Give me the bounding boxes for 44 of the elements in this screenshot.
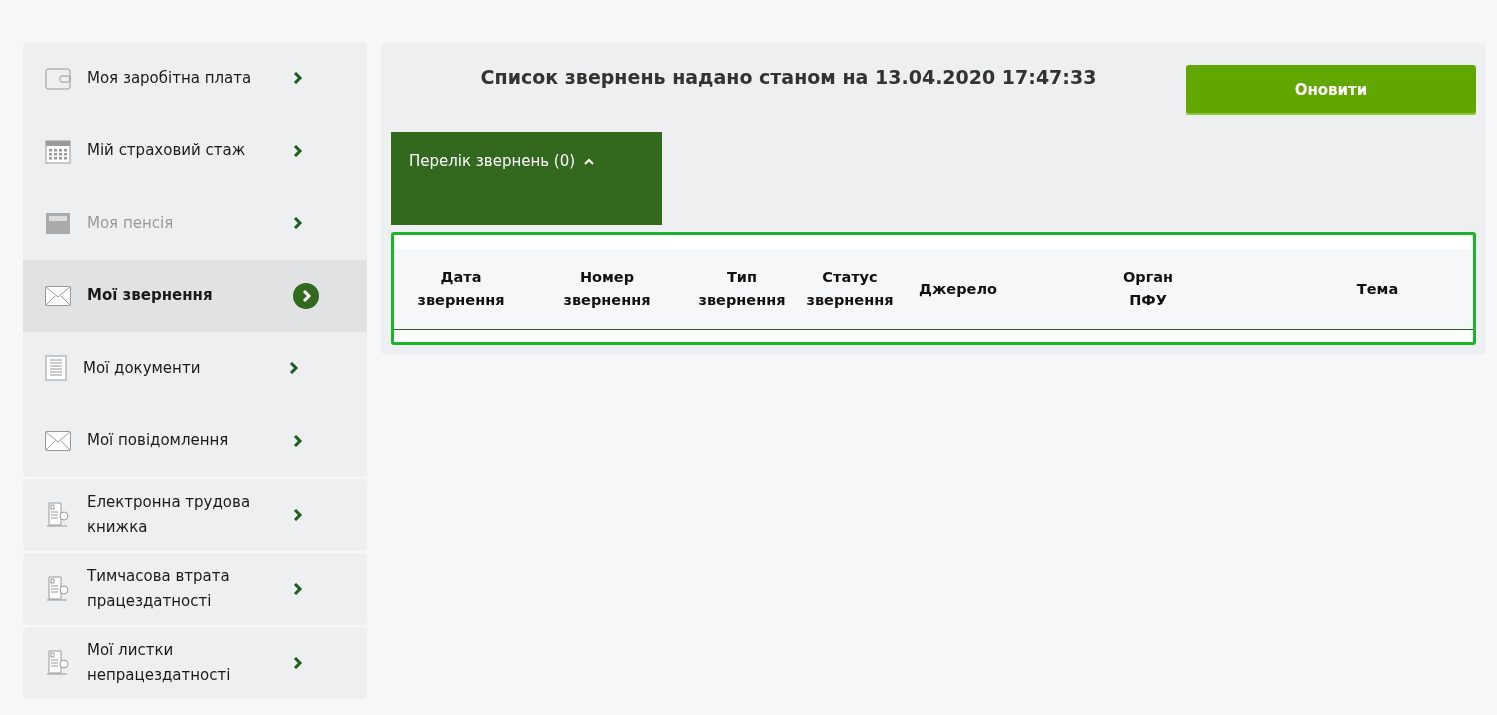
column-header: Джерело xyxy=(918,279,998,299)
scroll-icon xyxy=(45,502,71,528)
column-header: Номер звернення xyxy=(562,268,652,310)
envelope-icon xyxy=(45,430,71,451)
chevron-icon xyxy=(289,362,299,375)
wallet-icon xyxy=(45,65,71,92)
column-header: Тип звернення xyxy=(697,268,787,310)
menu-item[interactable]: Тимчасова втрата працездатності xyxy=(23,553,367,625)
chevron-icon xyxy=(293,657,303,669)
calendar-icon xyxy=(45,137,71,164)
menu-item[interactable]: Електронна трудова книжка xyxy=(23,479,367,551)
menu-label: Мій страховий стаж xyxy=(87,140,247,162)
chevron-icon xyxy=(293,583,303,595)
menu-item[interactable]: Мої звернення xyxy=(23,259,367,332)
menu-label: Мої документи xyxy=(83,357,202,379)
chevron-icon xyxy=(293,72,303,85)
menu-label: Мої звернення xyxy=(87,285,214,307)
menu-item[interactable]: Мої документи xyxy=(23,332,367,405)
menu-label: Моя заробітна плата xyxy=(87,67,253,89)
chevron-icon xyxy=(293,144,303,157)
column-header: Дата звернення xyxy=(416,268,506,310)
envelope-icon xyxy=(45,285,71,306)
column-header: Орган ПФУ xyxy=(1121,268,1175,310)
menu-label: Тимчасова втрата працездатності xyxy=(87,566,231,612)
menu-item[interactable]: Мої повідомлення xyxy=(23,404,367,477)
column-header: Статус звернення xyxy=(805,268,895,310)
scroll-icon xyxy=(45,576,71,602)
menu-label: Мої повідомлення xyxy=(87,430,230,452)
scroll-icon xyxy=(45,650,71,676)
column-header: Тема xyxy=(1355,279,1400,299)
menu-label: Мої листки непрацездатності xyxy=(87,640,232,686)
menu-item[interactable]: Мої листки непрацездатності xyxy=(23,627,367,699)
chevron-icon xyxy=(293,509,303,521)
chevron-icon xyxy=(293,434,303,447)
page-title: Список звернень надано станом на 13.04.2020 17:47:33 xyxy=(479,66,1098,88)
menu-label: Моя пенсія xyxy=(87,212,175,234)
document-icon xyxy=(45,355,67,382)
menu-item[interactable]: Мій страховий стаж xyxy=(23,114,367,187)
folder-icon xyxy=(45,210,71,237)
chevron-icon xyxy=(293,282,319,309)
menu-label: Електронна трудова книжка xyxy=(87,492,252,538)
chevron-icon xyxy=(293,217,303,230)
menu-item[interactable]: Моя заробітна плата xyxy=(23,42,367,115)
accordion-header[interactable]: Перелік звернень (0) xyxy=(391,132,662,225)
